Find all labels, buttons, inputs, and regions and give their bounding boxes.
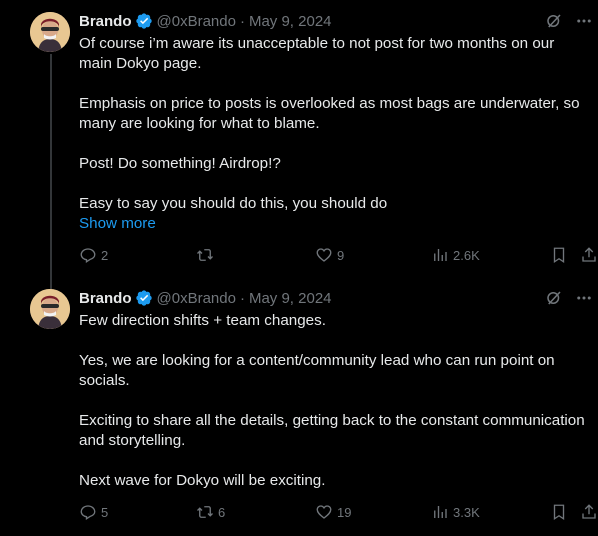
repost-count: 6 [218, 504, 226, 520]
verified-icon [135, 12, 153, 30]
top-actions [544, 288, 594, 308]
tweet-paragraph: Easy to say you should do this, you shou… [79, 195, 388, 212]
repost-icon [197, 506, 213, 518]
bookmark-icon [553, 504, 565, 521]
bookmark-icon [553, 247, 565, 264]
heart-icon [316, 248, 332, 262]
avatar-icon [30, 12, 70, 52]
reply-count: 5 [101, 504, 109, 520]
author-handle[interactable]: @0xBrando [157, 290, 236, 307]
action-bar: 5 6 19 3.3K [70, 503, 598, 523]
thread-line [50, 54, 52, 280]
repost-icon [197, 249, 213, 261]
heart-icon [316, 505, 332, 519]
bookmark-button[interactable] [550, 503, 568, 521]
repost-button[interactable]: 6 [196, 503, 225, 521]
views-button[interactable]: 3.3K [431, 503, 480, 521]
bookmark-button[interactable] [550, 246, 568, 264]
show-more-link[interactable]: Show more [79, 214, 588, 234]
tweet-paragraph: Yes, we are looking for a content/commun… [79, 352, 555, 389]
like-count: 9 [337, 247, 345, 263]
tweet-date[interactable]: May 9, 2024 [249, 290, 332, 307]
avatar-icon [30, 289, 70, 329]
like-button[interactable]: 9 [315, 246, 344, 264]
like-count: 19 [337, 504, 352, 520]
share-icon [582, 247, 596, 262]
top-actions [544, 11, 594, 31]
action-bar: 2 9 2.6K [70, 246, 598, 266]
share-button[interactable] [580, 503, 598, 521]
tweet-paragraph: Of course i’m aware its unacceptable to … [79, 35, 555, 72]
reply-button[interactable]: 2 [79, 246, 108, 264]
reply-icon [80, 248, 96, 263]
grok-icon[interactable] [544, 288, 564, 308]
author-name[interactable]: Brando [79, 290, 132, 307]
views-icon [434, 249, 447, 261]
more-icon[interactable] [574, 11, 594, 31]
view-count: 3.3K [453, 504, 480, 520]
author-handle[interactable]: @0xBrando [157, 13, 236, 30]
views-button[interactable]: 2.6K [431, 246, 480, 264]
grok-icon[interactable] [544, 11, 564, 31]
reply-count: 2 [101, 247, 109, 263]
tweet[interactable]: Brando @0xBrando · May 9, 2024 Of course… [0, 0, 598, 280]
avatar[interactable] [30, 12, 70, 52]
tweet-paragraph: Few direction shifts + team changes. [79, 312, 326, 329]
tweet[interactable]: Brando @0xBrando · May 9, 2024 Few direc… [0, 280, 598, 536]
separator: · [239, 12, 245, 30]
view-count: 2.6K [453, 247, 480, 263]
share-icon [582, 504, 596, 519]
separator: · [239, 289, 245, 307]
repost-button[interactable] [196, 246, 218, 264]
author-name[interactable]: Brando [79, 13, 132, 30]
share-button[interactable] [580, 246, 598, 264]
tweet-text: Of course i’m aware its unacceptable to … [79, 34, 588, 234]
tweet-date[interactable]: May 9, 2024 [249, 13, 332, 30]
tweet-header: Brando @0xBrando · May 9, 2024 [79, 11, 528, 31]
verified-icon [135, 289, 153, 307]
tweet-paragraph: Emphasis on price to posts is overlooked… [79, 95, 580, 132]
tweet-paragraph: Next wave for Dokyo will be exciting. [79, 472, 326, 489]
like-button[interactable]: 19 [315, 503, 351, 521]
reply-button[interactable]: 5 [79, 503, 108, 521]
views-icon [434, 506, 447, 518]
more-icon[interactable] [574, 288, 594, 308]
tweet-text: Few direction shifts + team changes. Yes… [79, 311, 588, 491]
tweet-paragraph: Exciting to share all the details, getti… [79, 412, 585, 449]
tweet-paragraph: Post! Do something! Airdrop!? [79, 155, 281, 172]
reply-icon [80, 505, 96, 520]
avatar[interactable] [30, 289, 70, 329]
tweet-header: Brando @0xBrando · May 9, 2024 [79, 288, 528, 308]
